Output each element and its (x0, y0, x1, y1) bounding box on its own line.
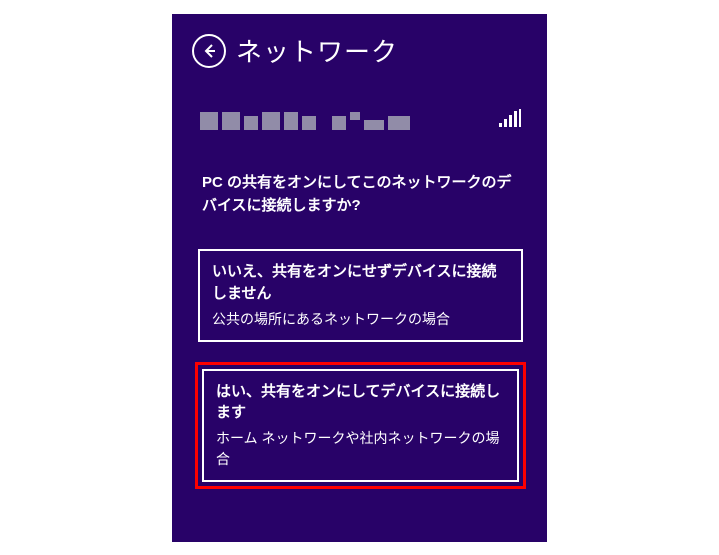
network-charm-panel: ネットワーク PC の共有をオンにしてこのネットワークのデバイスに接続します (172, 14, 547, 542)
option-yes-highlight: はい、共有をオンにしてデバイスに接続します ホーム ネットワークや社内ネットワー… (195, 362, 526, 490)
options-group: いいえ、共有をオンにせずデバイスに接続しません 公共の場所にあるネットワークの場… (192, 249, 527, 489)
sharing-prompt: PC の共有をオンにしてこのネットワークのデバイスに接続しますか? (202, 172, 521, 217)
back-button[interactable] (192, 34, 226, 68)
network-ssid-redacted (200, 110, 415, 132)
current-network-row[interactable] (192, 109, 527, 132)
option-yes-sharing[interactable]: はい、共有をオンにしてデバイスに接続します ホーム ネットワークや社内ネットワー… (202, 369, 519, 483)
wifi-signal-icon (499, 109, 521, 132)
back-arrow-icon (201, 43, 217, 59)
option-yes-subtitle: ホーム ネットワークや社内ネットワークの場合 (216, 428, 505, 470)
panel-header: ネットワーク (192, 32, 527, 69)
option-no-title: いいえ、共有をオンにせずデバイスに接続しません (212, 261, 509, 305)
panel-title: ネットワーク (236, 32, 398, 69)
option-no-subtitle: 公共の場所にあるネットワークの場合 (212, 309, 509, 330)
option-yes-title: はい、共有をオンにしてデバイスに接続します (216, 381, 505, 425)
option-no-sharing[interactable]: いいえ、共有をオンにせずデバイスに接続しません 公共の場所にあるネットワークの場… (198, 249, 523, 342)
